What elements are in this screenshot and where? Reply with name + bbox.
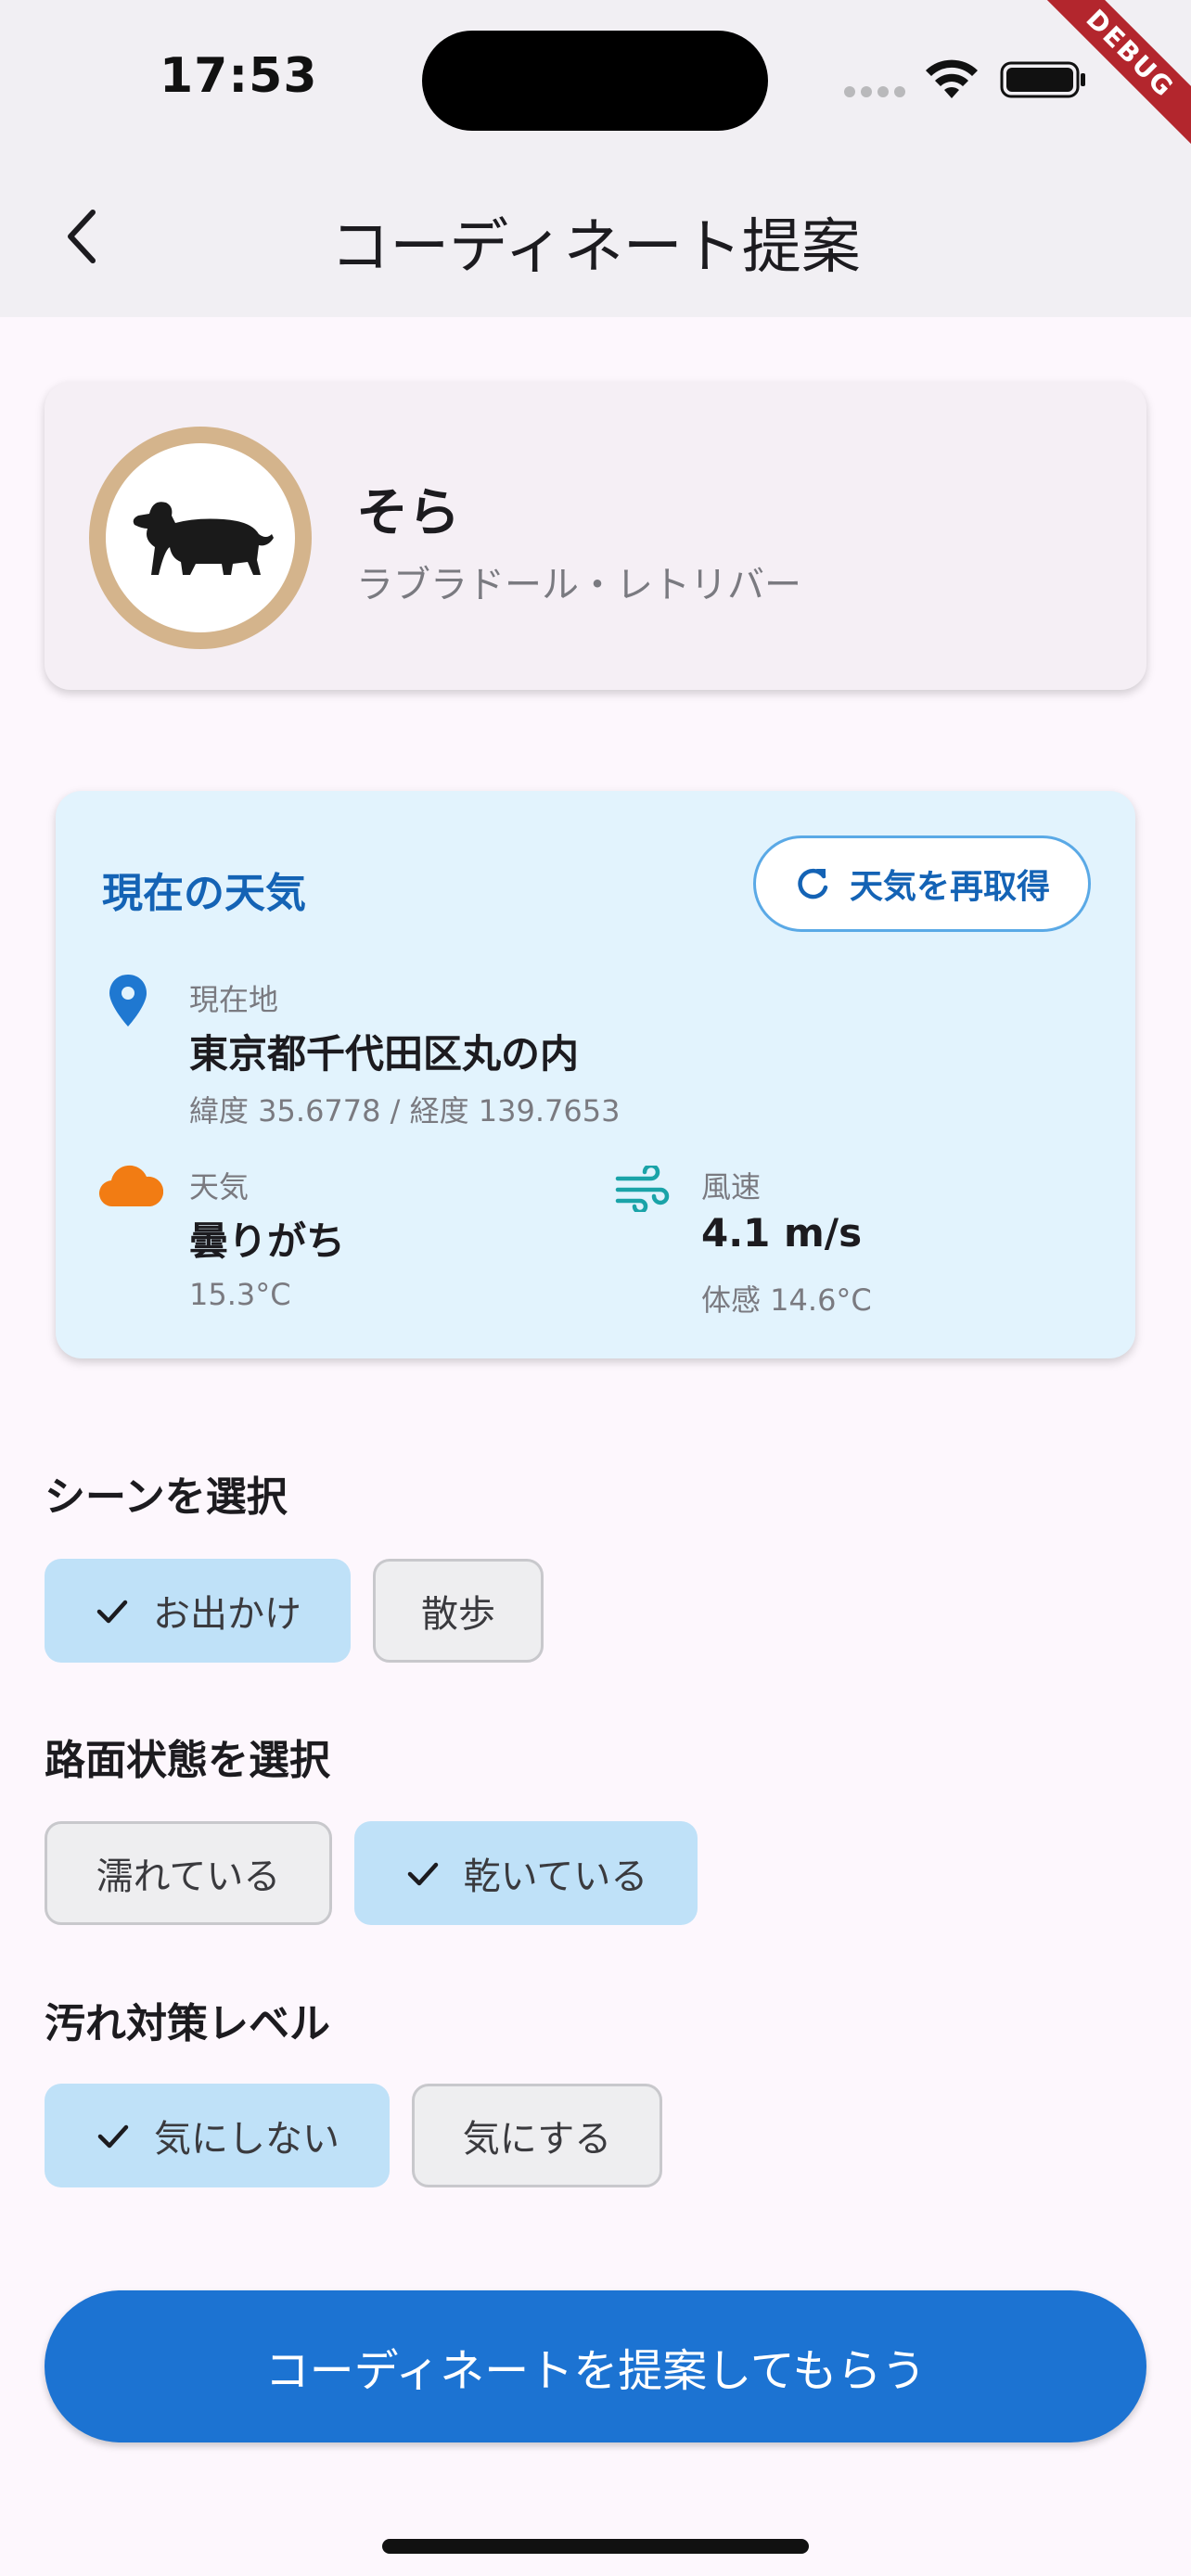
location-coords: 緯度 35.6778 / 経度 139.7653 xyxy=(189,1093,621,1129)
condition-caption: 天気 xyxy=(189,1169,250,1205)
location-value: 東京都千代田区丸の内 xyxy=(189,1031,580,1077)
location-pin-icon xyxy=(109,975,147,1027)
weather-title: 現在の天気 xyxy=(102,870,306,917)
feels-like-value: 体感 14.6°C xyxy=(701,1282,872,1318)
road-chip-label: 濡れている xyxy=(96,1855,281,1898)
wifi-icon xyxy=(926,59,978,98)
suggest-coordinate-button[interactable]: コーディネートを提案してもらう xyxy=(45,2290,1146,2442)
scene-section-label: シーンを選択 xyxy=(45,1473,288,1521)
battery-icon xyxy=(1000,61,1085,98)
refresh-weather-button[interactable]: 天気を再取得 xyxy=(753,835,1091,932)
status-bar: 17:53 DEBUG xyxy=(0,0,1191,167)
road-chip-wet[interactable]: 濡れている xyxy=(45,1821,332,1925)
dirt-chip-care[interactable]: 気にする xyxy=(412,2084,662,2187)
dachshund-icon xyxy=(133,502,274,575)
scene-chip-outing[interactable]: お出かけ xyxy=(45,1559,351,1663)
check-icon xyxy=(96,1600,128,1624)
page-title: コーディネート提案 xyxy=(330,213,861,282)
scene-chip-label: お出かけ xyxy=(153,1593,301,1636)
location-caption: 現在地 xyxy=(189,982,279,1017)
wind-caption: 風速 xyxy=(701,1169,762,1205)
dirt-section-label: 汚れ対策レベル xyxy=(45,2000,330,2047)
dynamic-island xyxy=(422,31,768,131)
temperature-value: 15.3°C xyxy=(189,1277,291,1312)
app-bar: コーディネート提案 xyxy=(0,162,1191,317)
road-section-label: 路面状態を選択 xyxy=(45,1737,330,1784)
suggest-coordinate-label: コーディネートを提案してもらう xyxy=(264,2345,927,2397)
pet-name: そら xyxy=(356,483,460,543)
scene-chip-walk[interactable]: 散歩 xyxy=(373,1559,544,1663)
dirt-chip-label: 気にする xyxy=(462,2118,612,2161)
wind-speed-value: 4.1 m/s xyxy=(701,1210,863,1256)
home-indicator xyxy=(382,2539,809,2554)
check-icon xyxy=(97,2124,129,2149)
road-chip-dry[interactable]: 乾いている xyxy=(354,1821,698,1925)
dirt-chip-dont-care[interactable]: 気にしない xyxy=(45,2084,390,2187)
status-time: 17:53 xyxy=(160,48,318,104)
dirt-chip-label: 気にしない xyxy=(154,2118,339,2161)
check-icon xyxy=(407,1862,438,1886)
cloud-icon xyxy=(98,1165,163,1207)
weather-card: 現在の天気 天気を再取得 現在地 東京都千代田区丸の内 緯度 35.6778 /… xyxy=(56,791,1135,1358)
condition-value: 曇りがち xyxy=(189,1218,346,1264)
pet-profile-card: そら ラブラドール・レトリバー xyxy=(45,382,1146,690)
pet-avatar xyxy=(89,427,312,649)
refresh-weather-label: 天気を再取得 xyxy=(849,868,1050,906)
cellular-signal-icon xyxy=(844,86,905,97)
pet-breed: ラブラドール・レトリバー xyxy=(356,564,801,606)
refresh-icon xyxy=(798,868,828,899)
road-chip-label: 乾いている xyxy=(463,1855,648,1898)
scene-chip-label: 散歩 xyxy=(421,1593,495,1636)
wind-icon xyxy=(615,1166,670,1212)
